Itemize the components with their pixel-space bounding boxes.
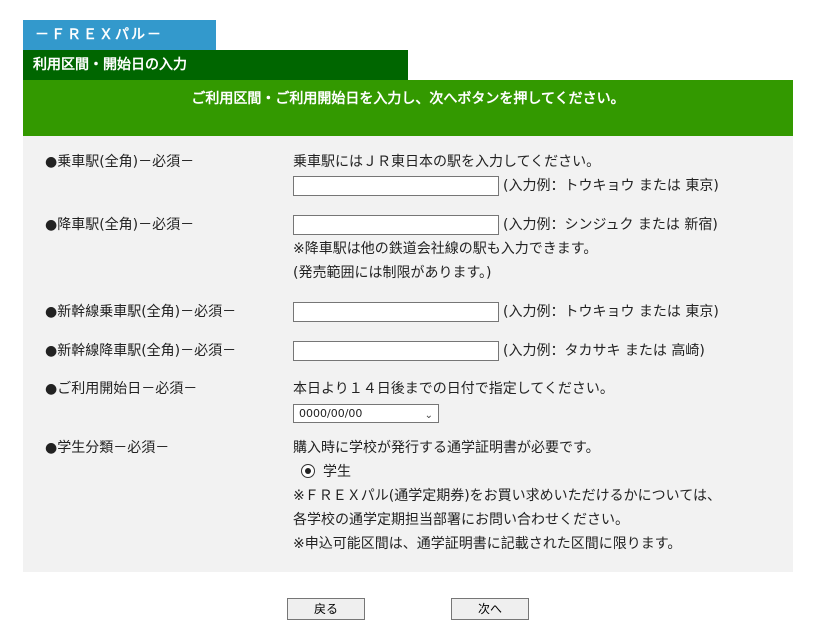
- page-tab-title: －ＦＲＥＸパル－: [23, 20, 216, 50]
- boarding-station-input-line: (入力例：トウキョウ または 東京): [293, 174, 793, 198]
- start-date-note: 本日より１４日後までの日付で指定してください。: [293, 381, 614, 397]
- shinkansen-boarding-input-line: (入力例：トウキョウ または 東京): [293, 300, 793, 324]
- start-date-selected-value: 0000/00/00: [299, 406, 363, 420]
- back-button[interactable]: 戻る: [287, 598, 365, 620]
- boarding-station-note: 乗車駅にはＪＲ東日本の駅を入力してください。: [293, 154, 601, 170]
- alighting-station-input-line: (入力例：シンジュク または 新宿): [293, 213, 793, 237]
- shinkansen-boarding-label: ●新幹線乗車駅(全角)－必須－: [45, 304, 237, 320]
- chevron-down-icon: ⌄: [424, 409, 433, 421]
- shinkansen-boarding-input[interactable]: [293, 302, 499, 322]
- instruction-banner: ご利用区間・ご利用開始日を入力し、次へボタンを押してください。: [23, 80, 793, 136]
- student-class-note-4: ※申込可能区間は、通学証明書に記載された区間に限ります。: [293, 536, 682, 552]
- student-class-field-group: 購入時に学校が発行する通学証明書が必要です。 学生 ※ＦＲＥＸパル(通学定期券)…: [293, 436, 793, 556]
- start-date-field-group: 本日より１４日後までの日付で指定してください。 0000/00/00 ⌄: [293, 377, 793, 425]
- section-title: 利用区間・開始日の入力: [23, 50, 408, 80]
- student-radio-button[interactable]: [301, 464, 315, 478]
- alighting-station-label: ●降車駅(全角)－必須－: [45, 217, 195, 233]
- shinkansen-alighting-label: ●新幹線降車駅(全角)－必須－: [45, 343, 237, 359]
- alighting-station-field-group: (入力例：シンジュク または 新宿) ※降車駅は他の鉄道会社線の駅も入力できます…: [293, 213, 793, 285]
- shinkansen-alighting-field-group: (入力例：タカサキ または 高崎): [293, 339, 793, 363]
- student-class-note-2: ※ＦＲＥＸパル(通学定期券)をお買い求めいただけるかについては、: [293, 488, 721, 504]
- instruction-text: ご利用区間・ご利用開始日を入力し、次へボタンを押してください。: [191, 91, 625, 107]
- shinkansen-boarding-example: (入力例：トウキョウ または 東京): [503, 304, 719, 320]
- start-date-select-line: 0000/00/00 ⌄: [293, 401, 793, 425]
- shinkansen-boarding-field-group: (入力例：トウキョウ または 東京): [293, 300, 793, 324]
- next-button[interactable]: 次へ: [451, 598, 529, 620]
- start-date-select[interactable]: 0000/00/00 ⌄: [293, 403, 439, 423]
- student-class-label: ●学生分類－必須－: [45, 440, 170, 456]
- alighting-station-note-2: (発売範囲には制限があります。): [293, 265, 492, 281]
- alighting-station-input[interactable]: [293, 215, 499, 235]
- start-date-label: ●ご利用開始日－必須－: [45, 381, 198, 397]
- shinkansen-alighting-example: (入力例：タカサキ または 高崎): [503, 343, 705, 359]
- boarding-station-label: ●乗車駅(全角)－必須－: [45, 154, 195, 170]
- boarding-station-example: (入力例：トウキョウ または 東京): [503, 178, 719, 194]
- alighting-station-example: (入力例：シンジュク または 新宿): [503, 217, 718, 233]
- student-class-note: 購入時に学校が発行する通学証明書が必要です。: [293, 440, 600, 456]
- student-class-note-3: 各学校の通学定期担当部署にお問い合わせください。: [293, 512, 629, 528]
- student-radio-label: 学生: [323, 464, 351, 480]
- shinkansen-alighting-input-line: (入力例：タカサキ または 高崎): [293, 339, 793, 363]
- shinkansen-alighting-input[interactable]: [293, 341, 499, 361]
- student-radio-option[interactable]: 学生: [293, 460, 793, 484]
- boarding-station-input[interactable]: [293, 176, 499, 196]
- boarding-station-field-group: 乗車駅にはＪＲ東日本の駅を入力してください。 (入力例：トウキョウ または 東京…: [293, 150, 793, 198]
- alighting-station-note-1: ※降車駅は他の鉄道会社線の駅も入力できます。: [293, 241, 598, 257]
- form-panel: ●乗車駅(全角)－必須－ 乗車駅にはＪＲ東日本の駅を入力してください。 (入力例…: [23, 136, 793, 572]
